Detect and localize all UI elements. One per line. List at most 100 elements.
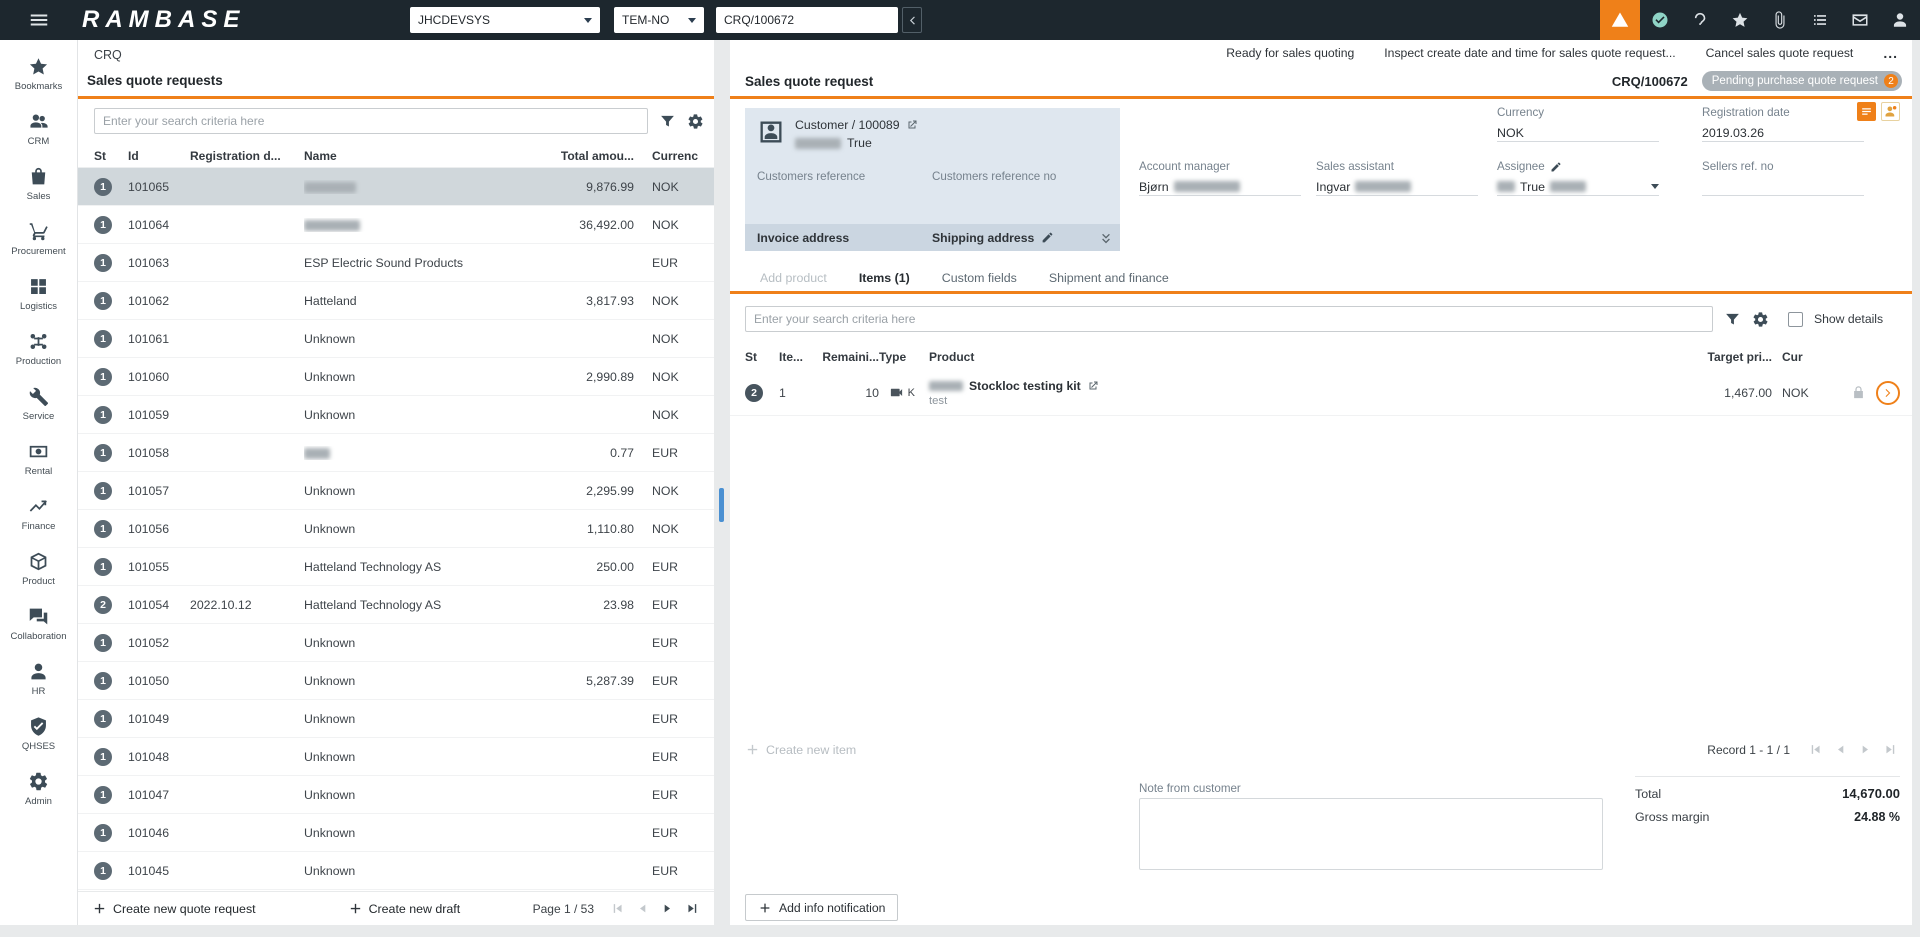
column-header-total-amou[interactable]: Total amou... — [548, 149, 634, 163]
sidebar-item-crm[interactable]: CRM — [0, 101, 77, 156]
tab-custom-fields[interactable]: Custom fields — [926, 264, 1033, 291]
column-header-currency[interactable]: Currency — [634, 149, 698, 163]
add-info-notification-button[interactable]: Add info notification — [745, 894, 898, 921]
quote-request-row-101045[interactable]: 1101045UnknownEUR — [78, 852, 714, 890]
quote-request-row-101055[interactable]: 1101055Hatteland Technology AS250.00EUR — [78, 548, 714, 586]
document-action-cancel-sales-quote-request[interactable]: Cancel sales quote request — [1706, 46, 1854, 60]
quote-request-row-101064[interactable]: 110106436,492.00NOK — [78, 206, 714, 244]
column-header-name[interactable]: Name — [304, 149, 548, 163]
sidebar-item-hr[interactable]: HR — [0, 651, 77, 706]
column-header-st[interactable]: St — [745, 350, 779, 364]
settings-icon[interactable] — [1752, 311, 1769, 328]
quote-request-row-101062[interactable]: 1101062Hatteland3,817.93NOK — [78, 282, 714, 320]
attachments-button[interactable] — [1760, 0, 1800, 40]
first-page-icon[interactable] — [610, 901, 625, 916]
quote-request-row-101054[interactable]: 21010542022.10.12Hatteland Technology AS… — [78, 586, 714, 624]
filter-icon[interactable] — [659, 113, 676, 130]
status-pill[interactable]: Pending purchase quote request 2 — [1702, 71, 1902, 91]
sidebar-item-admin[interactable]: Admin — [0, 761, 77, 816]
next-page-icon[interactable] — [1858, 742, 1873, 757]
edit-shipping-address-icon[interactable] — [1041, 231, 1054, 244]
currency-value[interactable]: NOK — [1497, 124, 1659, 142]
quote-search-input[interactable] — [94, 108, 648, 134]
quote-request-row-101052[interactable]: 1101052UnknownEUR — [78, 624, 714, 662]
last-page-icon[interactable] — [1883, 742, 1898, 757]
quote-request-row-101058[interactable]: 11010580.77EUR — [78, 434, 714, 472]
sidebar-item-product[interactable]: Product — [0, 541, 77, 596]
column-header-type[interactable]: Type — [879, 350, 929, 364]
column-header-target-pri[interactable]: Target pri... — [1642, 350, 1772, 364]
previous-page-icon[interactable] — [1833, 742, 1848, 757]
edit-assignee-icon[interactable] — [1550, 161, 1562, 173]
column-header-id[interactable]: Id — [128, 149, 190, 163]
create-new-item-button[interactable]: Create new item — [745, 742, 856, 757]
splitter-handle[interactable] — [719, 488, 724, 522]
sidebar-item-qhses[interactable]: QHSES — [0, 706, 77, 761]
document-action-ready-for-sales-quoting[interactable]: Ready for sales quoting — [1226, 46, 1354, 60]
customer-link[interactable]: Customer / 100089 — [795, 118, 900, 132]
quote-request-row-101061[interactable]: 1101061UnknownNOK — [78, 320, 714, 358]
column-header-cur[interactable]: Cur — [1772, 350, 1816, 364]
quote-request-row-101046[interactable]: 1101046UnknownEUR — [78, 814, 714, 852]
expand-card-icon[interactable] — [1098, 230, 1114, 246]
quote-request-row-101056[interactable]: 1101056Unknown1,110.80NOK — [78, 510, 714, 548]
product-link[interactable]: Stockloc testing kit — [969, 379, 1081, 393]
back-button[interactable] — [902, 7, 922, 33]
quote-request-row-101047[interactable]: 1101047UnknownEUR — [78, 776, 714, 814]
registration-date-value[interactable]: 2019.03.26 — [1702, 124, 1864, 142]
main-menu-button[interactable] — [0, 0, 78, 40]
settings-icon[interactable] — [687, 113, 704, 130]
quote-request-row-101050[interactable]: 1101050Unknown5,287.39EUR — [78, 662, 714, 700]
note-from-customer-textarea[interactable] — [1139, 798, 1603, 870]
sidebar-item-bookmarks[interactable]: Bookmarks — [0, 46, 77, 101]
first-page-icon[interactable] — [1808, 742, 1823, 757]
sidebar-item-service[interactable]: Service — [0, 376, 77, 431]
more-actions-button[interactable]: ... — [1883, 45, 1898, 61]
sidebar-item-sales[interactable]: Sales — [0, 156, 77, 211]
filter-icon[interactable] — [1724, 311, 1741, 328]
quote-request-row-101048[interactable]: 1101048UnknownEUR — [78, 738, 714, 776]
previous-page-icon[interactable] — [635, 901, 650, 916]
contact-indicator-button[interactable] — [1881, 102, 1900, 121]
column-header-remaini[interactable]: Remaini... — [811, 350, 879, 364]
last-page-icon[interactable] — [685, 901, 700, 916]
global-search-input[interactable] — [716, 7, 898, 33]
open-item-button[interactable] — [1876, 381, 1900, 405]
quote-request-row-101059[interactable]: 1101059UnknownNOK — [78, 396, 714, 434]
item-row[interactable]: 2110KStockloc testing kittest1,467.00NOK — [730, 370, 1912, 416]
sellers-ref-value[interactable] — [1702, 178, 1864, 196]
account-manager-value[interactable]: Bjørn — [1139, 178, 1301, 196]
system-status-button[interactable] — [1640, 0, 1680, 40]
help-button[interactable] — [1680, 0, 1720, 40]
sidebar-item-rental[interactable]: Rental — [0, 431, 77, 486]
alerts-button[interactable] — [1600, 0, 1640, 40]
system-dropdown[interactable]: JHCDEVSYS — [410, 7, 600, 33]
quote-request-row-101057[interactable]: 1101057Unknown2,295.99NOK — [78, 472, 714, 510]
quote-request-row-101065[interactable]: 11010659,876.99NOK — [78, 168, 714, 206]
sidebar-item-finance[interactable]: Finance — [0, 486, 77, 541]
column-header-product[interactable]: Product — [929, 350, 1642, 364]
account-button[interactable] — [1880, 0, 1920, 40]
next-page-icon[interactable] — [660, 901, 675, 916]
quote-request-row-101060[interactable]: 1101060Unknown2,990.89NOK — [78, 358, 714, 396]
notes-indicator-button[interactable] — [1857, 102, 1876, 121]
quote-request-row-101049[interactable]: 1101049UnknownEUR — [78, 700, 714, 738]
create-new-quote-request-button[interactable]: Create new quote request — [92, 901, 256, 916]
tab-items-1[interactable]: Items (1) — [843, 264, 926, 291]
sidebar-item-collaboration[interactable]: Collaboration — [0, 596, 77, 651]
quote-request-row-101063[interactable]: 1101063ESP Electric Sound ProductsEUR — [78, 244, 714, 282]
sidebar-item-logistics[interactable]: Logistics — [0, 266, 77, 321]
external-link-icon[interactable] — [906, 119, 918, 131]
company-dropdown[interactable]: TEM-NO — [614, 7, 704, 33]
tasks-button[interactable] — [1800, 0, 1840, 40]
column-header-ite[interactable]: Ite... — [779, 350, 811, 364]
sidebar-item-procurement[interactable]: Procurement — [0, 211, 77, 266]
tab-shipment-and-finance[interactable]: Shipment and finance — [1033, 264, 1185, 291]
panel-splitter[interactable] — [714, 40, 730, 925]
external-link-icon[interactable] — [1087, 380, 1099, 392]
create-new-draft-button[interactable]: Create new draft — [348, 901, 461, 916]
assignee-dropdown[interactable]: True — [1497, 178, 1659, 196]
sidebar-item-production[interactable]: Production — [0, 321, 77, 376]
items-search-input[interactable] — [745, 306, 1713, 332]
favorites-button[interactable] — [1720, 0, 1760, 40]
